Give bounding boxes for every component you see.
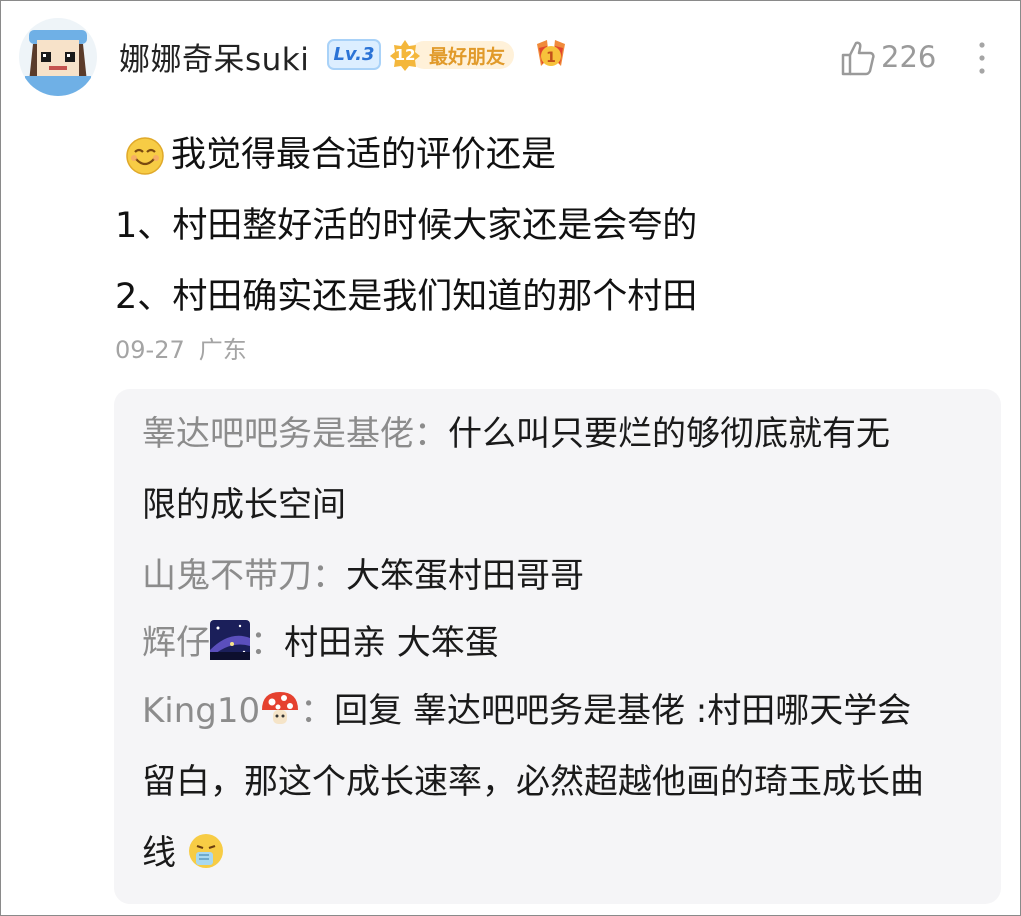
reply-text: 留白，那这个成长速率，必然超越他画的琦玉成长曲 [142,762,924,802]
level-badge: Lv.3 [327,39,381,70]
friend-level: 12 [394,46,416,64]
like-count[interactable]: 226 [881,40,936,74]
comment-line: 2、村田确实还是我们知道的那个村田 [115,262,697,333]
reply-author[interactable]: King10 [142,691,260,731]
comment-body: 我觉得最合适的评价还是 1、村田整好活的时候大家还是会夸的 2、村田确实还是我们… [115,120,697,333]
reply-list[interactable]: 睾达吧吧务是基佬：什么叫只要烂的够彻底就有无 限的成长空间 山鬼不带刀：大笨蛋村… [114,389,1001,904]
reply-author[interactable]: 睾达吧吧务是基佬 [142,414,414,454]
comment-card: 娜娜奇呆suki Lv.3 最好朋友 12 1 226 我觉得最合适的评价还是 … [0,0,1021,916]
reply-item[interactable]: 睾达吧吧务是基佬：什么叫只要烂的够彻底就有无 限的成长空间 [142,399,982,541]
thumbs-up-icon[interactable] [840,39,876,77]
reply-author[interactable]: 山鬼不带刀 [142,556,312,596]
sneezing-emoji-icon [188,834,223,868]
reply-separator: ： [312,556,346,596]
reply-text: 限的成长空间 [142,485,346,525]
comment-line-text: 1、村田整好活的时候大家还是会夸的 [115,206,698,246]
smile-emoji-icon [126,136,164,175]
reply-separator: ： [300,691,335,731]
reply-text: 村田亲 大笨蛋 [284,623,499,663]
comment-line: 1、村田整好活的时候大家还是会夸的 [115,191,697,262]
reply-text: 什么叫只要烂的够彻底就有无 [448,414,890,454]
more-options-icon[interactable] [973,41,991,75]
comment-line: 我觉得最合适的评价还是 [115,120,697,191]
comment-line-text: 我觉得最合适的评价还是 [171,135,557,175]
mushroom-emoji-icon [262,692,299,724]
reply-item[interactable]: King10 ：回复 睾达吧吧务是基佬 :村田哪天学会 留白，那这个成长速率，必… [142,676,982,889]
reply-separator: ： [414,414,448,454]
reply-text: 回复 睾达吧吧务是基佬 :村田哪天学会 [334,691,912,731]
reply-item[interactable]: 辉仔 ：村田亲 大笨蛋 [142,608,982,679]
avatar[interactable] [19,18,97,96]
reply-author[interactable]: 辉仔 [142,623,210,663]
galaxy-emoji-icon [210,620,250,660]
comment-meta: 09-27 广东 [115,330,261,365]
comment-date: 09-27 [115,336,185,364]
reply-separator: ： [250,623,284,663]
comment-line-text: 2、村田确实还是我们知道的那个村田 [115,277,698,317]
medal-rank: 1 [546,50,556,66]
username[interactable]: 娜娜奇呆suki [119,34,309,79]
reply-item[interactable]: 山鬼不带刀：大笨蛋村田哥哥 [142,541,982,612]
reply-text: 线 [142,833,176,873]
comment-location: 广东 [198,336,247,364]
friend-label: 最好朋友 [410,41,514,69]
reply-text: 大笨蛋村田哥哥 [346,556,584,596]
medal-icon: 1 [537,40,565,66]
friend-badge: 最好朋友 12 [388,38,528,72]
